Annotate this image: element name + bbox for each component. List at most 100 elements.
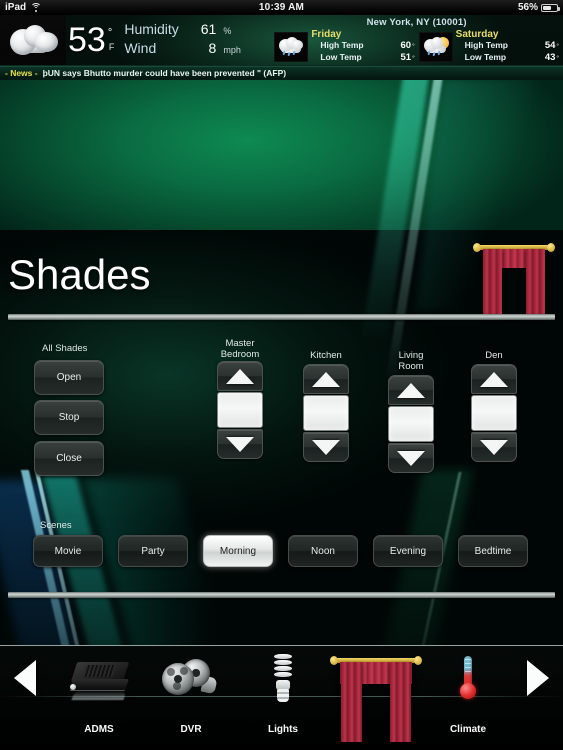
shade-position-indicator-den[interactable] xyxy=(471,395,517,431)
scene-button-evening[interactable]: Evening xyxy=(373,535,443,567)
film-reel-icon xyxy=(160,657,222,701)
humidity-row: Humidity 61 % xyxy=(124,21,270,40)
shade-position-indicator-kitchen[interactable] xyxy=(303,395,349,431)
nav-item-adms[interactable]: ADMS xyxy=(53,648,145,746)
weather-bar[interactable]: 53 ° F Humidity 61 % Wind 8 mph New York… xyxy=(0,15,563,66)
nav-icon-cell xyxy=(422,648,514,710)
forecast-high-degree: ° xyxy=(412,43,415,50)
rain-cloud-icon xyxy=(278,36,304,57)
nav-label-climate: Climate xyxy=(449,724,487,735)
forecast-low-value: 51 xyxy=(400,52,412,63)
scene-button-bedtime[interactable]: Bedtime xyxy=(458,535,528,567)
forecast-panel: New York, NY (10001) Friday High Temp 60 xyxy=(270,15,563,65)
forecast-high-value: 60 xyxy=(400,40,412,51)
scene-button-party[interactable]: Party xyxy=(118,535,188,567)
status-bar: iPad 10:39 AM 56% xyxy=(0,0,563,15)
nav-item-dvr[interactable]: DVR xyxy=(145,648,237,746)
sun-cloud-rain-icon xyxy=(423,36,449,57)
scene-button-morning[interactable]: Morning xyxy=(203,535,273,567)
humidity-value: 61 xyxy=(200,21,217,37)
shade-up-button-den[interactable] xyxy=(471,364,517,394)
humidity-unit: % xyxy=(223,26,232,36)
weather-location-label: New York, NY (10001) xyxy=(366,17,467,28)
divider-top xyxy=(8,314,555,320)
news-headline: þUN says Bhutto murder could have been p… xyxy=(42,68,287,78)
shade-position-indicator-living-room[interactable] xyxy=(388,406,434,442)
nav-icon-cell xyxy=(53,648,145,710)
scene-button-noon[interactable]: Noon xyxy=(288,535,358,567)
wind-unit: mph xyxy=(223,45,241,55)
forecast-low-label: Low Temp xyxy=(320,52,362,62)
av-receiver-icon xyxy=(68,658,130,700)
shade-control-kitchen: Kitchen xyxy=(303,350,349,462)
status-bar-clock: 10:39 AM xyxy=(258,2,305,13)
forecast-high-value: 54 xyxy=(544,40,556,51)
shade-control-den: Den xyxy=(471,350,517,462)
divider-bottom xyxy=(8,592,555,598)
temperature-unit-label: F xyxy=(108,42,115,52)
shade-up-button-master-bedroom[interactable] xyxy=(217,361,263,391)
arrow-up-icon xyxy=(397,382,425,398)
cloudy-icon xyxy=(8,25,58,55)
humidity-label: Humidity xyxy=(124,21,179,37)
page-title: Shades xyxy=(8,251,151,298)
forecast-low-value: 43 xyxy=(544,52,556,63)
shade-down-button-kitchen[interactable] xyxy=(303,432,349,462)
news-tag-label: - News - xyxy=(5,68,38,78)
forecast-day-friday[interactable]: Friday High Temp 60 ° Low Temp 51 ° xyxy=(274,29,415,64)
news-ticker[interactable]: - News - þUN says Bhutto murder could ha… xyxy=(0,66,563,80)
shade-down-button-living-room[interactable] xyxy=(388,443,434,473)
shade-down-button-master-bedroom[interactable] xyxy=(217,429,263,459)
nav-icon-cell xyxy=(145,648,237,710)
shade-position-indicator-master-bedroom[interactable] xyxy=(217,392,263,428)
battery-percent-label: 56% xyxy=(517,2,538,13)
forecast-day-name: Saturday xyxy=(455,29,499,40)
shade-room-label: Master Bedroom xyxy=(220,338,260,360)
forecast-high-degree: ° xyxy=(556,43,560,50)
shade-up-button-living-room[interactable] xyxy=(388,375,434,405)
nav-item-shades[interactable] xyxy=(330,650,422,745)
nav-label-dvr: DVR xyxy=(180,724,202,735)
all-shades-stop-button[interactable]: Stop xyxy=(34,400,104,435)
arrow-down-icon xyxy=(397,450,425,466)
arrow-up-icon xyxy=(480,371,508,387)
arrow-down-icon xyxy=(226,436,254,452)
current-temperature-block: 53 ° F xyxy=(66,15,118,65)
forecast-icon-cell-friday xyxy=(274,31,309,62)
forecast-low-degree: ° xyxy=(556,55,560,62)
all-shades-close-button[interactable]: Close xyxy=(34,441,104,476)
header-background xyxy=(0,80,563,240)
forecast-high-label: High Temp xyxy=(320,40,364,50)
shade-control-master-bedroom: Master Bedroom xyxy=(217,338,263,459)
cfl-bulb-icon xyxy=(266,654,300,704)
curtain-icon xyxy=(330,655,422,742)
shade-room-label: Kitchen xyxy=(310,350,342,361)
forecast-high-label: High Temp xyxy=(464,40,508,50)
shade-up-button-kitchen[interactable] xyxy=(303,364,349,394)
forecast-day-name: Friday xyxy=(311,29,342,40)
arrow-up-icon xyxy=(312,371,340,387)
all-shades-open-button[interactable]: Open xyxy=(34,360,104,395)
nav-item-climate[interactable]: Climate xyxy=(422,648,514,746)
nav-item-lights[interactable]: Lights xyxy=(237,648,329,746)
battery-icon xyxy=(541,3,560,12)
weather-stats: Humidity 61 % Wind 8 mph xyxy=(118,15,270,65)
current-temperature-value: 53 xyxy=(68,21,106,59)
wind-value: 8 xyxy=(208,40,217,56)
nav-next-arrow-icon[interactable] xyxy=(527,660,549,696)
nav-prev-arrow-icon[interactable] xyxy=(14,660,36,696)
ipad-screen: iPad 10:39 AM 56% 53 ° F Humidity 61 % W… xyxy=(0,0,563,750)
arrow-down-icon xyxy=(480,439,508,455)
shade-down-button-den[interactable] xyxy=(471,432,517,462)
forecast-day-saturday[interactable]: Saturday High Temp 54 ° Low Temp 43 ° xyxy=(418,29,560,64)
arrow-up-icon xyxy=(226,368,254,384)
device-name-label: iPad xyxy=(5,2,27,13)
current-weather-icon-cell xyxy=(0,15,66,65)
degree-symbol: ° xyxy=(107,27,113,39)
scenes-label: Scenes xyxy=(40,520,72,531)
scene-button-movie[interactable]: Movie xyxy=(33,535,103,567)
header-curtain-icon xyxy=(473,243,555,317)
nav-icon-cell xyxy=(237,648,329,710)
wind-label: Wind xyxy=(124,40,157,56)
main-content: Shades All Shades Open Stop Close Master… xyxy=(0,80,563,645)
